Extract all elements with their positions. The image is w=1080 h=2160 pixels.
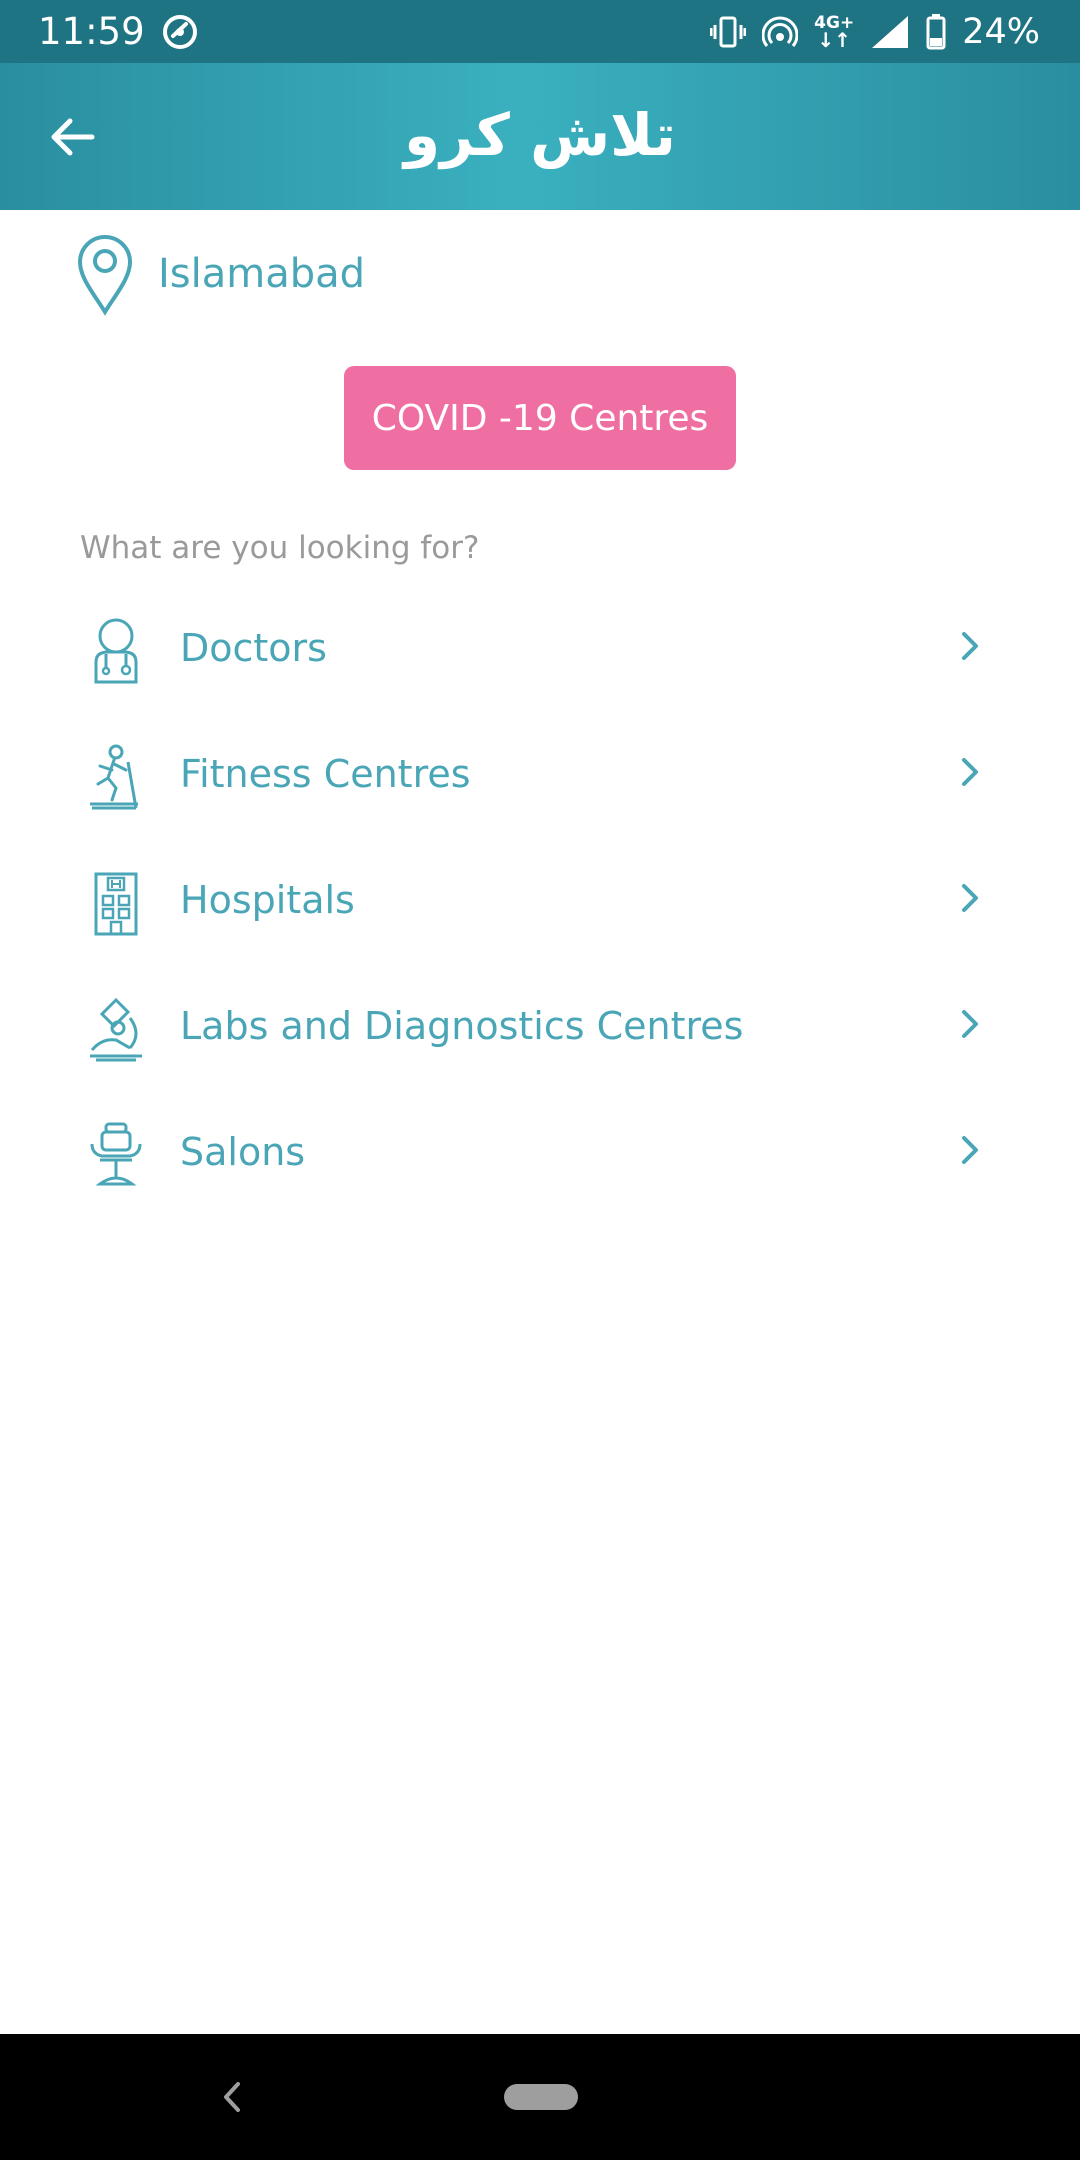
salon-chair-icon <box>90 1122 142 1186</box>
category-item-salons[interactable]: Salons <box>0 1100 1080 1226</box>
category-item-labs-diagnostics[interactable]: Labs and Diagnostics Centres <box>0 974 1080 1100</box>
status-time: 11:59 <box>38 10 145 53</box>
battery-percent: 24% <box>962 12 1040 52</box>
doctor-icon <box>94 618 138 684</box>
location-city: Islamabad <box>158 251 366 297</box>
treadmill-icon <box>90 744 138 810</box>
hospital-icon <box>94 872 138 936</box>
status-icons: 4G+ ↓↑ 24% <box>710 8 1040 56</box>
category-list: Doctors Fitness Centres Hospitals Labs a… <box>0 596 1080 1226</box>
status-bar: 11:59 4G+ ↓↑ 24% <box>0 0 1080 63</box>
hotspot-icon <box>762 16 799 47</box>
location-selector[interactable]: Islamabad <box>74 232 365 316</box>
app-bar: تلاش کرو <box>0 63 1080 210</box>
category-item-hospitals[interactable]: Hospitals <box>0 848 1080 974</box>
microscope-icon <box>90 997 142 1062</box>
signal-icon <box>872 16 909 48</box>
page-title: تلاش کرو <box>404 101 676 169</box>
battery-icon <box>926 14 946 50</box>
category-item-fitness-centres[interactable]: Fitness Centres <box>0 722 1080 848</box>
chevron-right-icon <box>962 1136 978 1164</box>
category-label: Labs and Diagnostics Centres <box>180 1004 744 1048</box>
category-label: Salons <box>180 1130 306 1174</box>
covid-centres-button[interactable]: COVID -19 Centres <box>344 366 736 470</box>
category-label: Doctors <box>180 626 327 670</box>
category-label: Hospitals <box>180 878 355 922</box>
chevron-right-icon <box>962 632 978 660</box>
category-item-doctors[interactable]: Doctors <box>0 596 1080 722</box>
network-4g-icon: 4G+ ↓↑ <box>814 13 855 52</box>
location-pin-icon <box>77 235 133 316</box>
chevron-right-icon <box>962 1010 978 1038</box>
sync-icon <box>163 15 197 49</box>
nav-home-pill[interactable] <box>504 2084 578 2110</box>
category-label: Fitness Centres <box>180 752 471 796</box>
chevron-right-icon <box>962 884 978 912</box>
nav-back-icon[interactable] <box>214 2076 250 2118</box>
section-label: What are you looking for? <box>80 530 480 566</box>
chevron-right-icon <box>962 758 978 786</box>
vibrate-icon <box>710 16 747 48</box>
system-nav-bar <box>0 2034 1080 2160</box>
